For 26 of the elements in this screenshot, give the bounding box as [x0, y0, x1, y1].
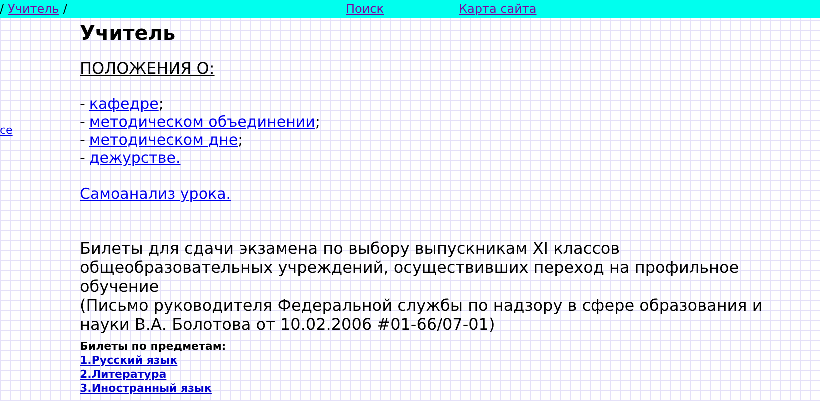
tickets-text: Билеты для сдачи экзамена по выбору выпускникам XI классов общеобразовательных учреждений, осуществивших переход на профильное обучение	[80, 239, 740, 296]
breadcrumb-separator: /	[63, 2, 68, 16]
list-dash: -	[80, 131, 86, 149]
regulation-link[interactable]: методическом объединении	[89, 113, 316, 131]
regulation-link[interactable]: дежурстве.	[89, 149, 181, 167]
subject-link[interactable]: 1.Русский язык	[80, 354, 780, 368]
list-punctuation: ;	[158, 95, 164, 113]
breadcrumb-separator: /	[0, 2, 4, 16]
breadcrumb-link[interactable]: Учитель	[8, 2, 60, 16]
section-heading: ПОЛОЖЕНИЯ О:	[80, 59, 216, 79]
regulation-link[interactable]: методическом дне	[89, 131, 238, 149]
page-title: Учитель	[80, 21, 177, 45]
regulation-link[interactable]: кафедре	[89, 95, 159, 113]
nav-link[interactable]: Поиск	[346, 2, 459, 16]
self-analysis-link[interactable]: Самоанализ урока.	[80, 185, 232, 203]
list-dash: -	[80, 149, 86, 167]
subject-link[interactable]: 2.Литература	[80, 368, 780, 382]
nav-link[interactable]: Карта сайта	[459, 2, 579, 16]
list-dash: -	[80, 113, 86, 131]
subject-link[interactable]: 3.Иностранный язык	[80, 382, 780, 396]
list-dash: -	[80, 95, 86, 113]
side-link[interactable]: се	[0, 124, 13, 137]
list-punctuation: ;	[238, 131, 244, 149]
letter-text: (Письмо руководителя Федеральной службы по надзору в сфере образования и науки В.А. Болотова от 10.02.2006 #01-66/07-01)	[80, 296, 764, 334]
list-punctuation: ;	[315, 113, 320, 131]
subjects-heading: Билеты по предметам:	[80, 340, 228, 354]
